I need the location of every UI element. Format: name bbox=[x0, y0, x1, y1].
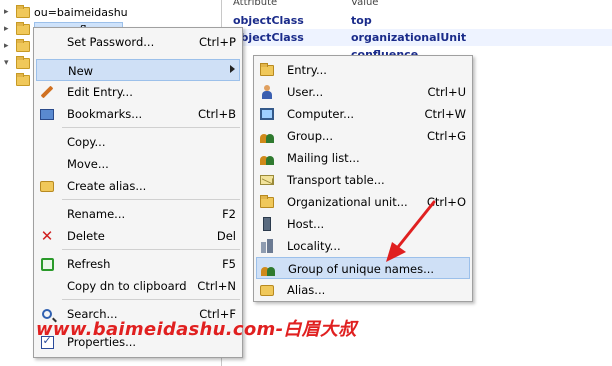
menu-item-shortcut: Ctrl+B bbox=[198, 107, 236, 121]
folder-icon bbox=[16, 72, 30, 86]
computer-icon bbox=[259, 106, 275, 122]
tree-node-label: ou=baimeidashu bbox=[34, 5, 128, 19]
menu-item-label: Create alias... bbox=[67, 179, 147, 193]
menu-item-shortcut: F5 bbox=[222, 257, 236, 271]
new-submenu: Entry... User... Ctrl+U Computer... Ctrl… bbox=[253, 55, 473, 302]
group-icon bbox=[259, 128, 275, 144]
menu-item-copy-dn[interactable]: Copy dn to clipboard Ctrl+N bbox=[36, 275, 240, 297]
menu-item-shortcut: Del bbox=[216, 229, 236, 243]
menu-item-edit-entry[interactable]: Edit Entry... bbox=[36, 81, 240, 103]
expand-icon[interactable]: ▸ bbox=[4, 7, 14, 17]
attribute-value: organizationalUnit bbox=[351, 31, 467, 44]
attributes-header: Attribute Value bbox=[223, 0, 612, 12]
column-header-value[interactable]: Value bbox=[351, 0, 378, 8]
menu-item-label: Move... bbox=[67, 157, 109, 171]
menu-item-label: Refresh bbox=[67, 257, 111, 271]
menu-item-label: Bookmarks... bbox=[67, 107, 143, 121]
menu-item-label: Mailing list... bbox=[287, 151, 360, 165]
menu-separator bbox=[62, 199, 240, 200]
expand-icon[interactable]: ▾ bbox=[4, 58, 14, 68]
bookmark-icon bbox=[39, 106, 55, 122]
column-header-attribute[interactable]: Attribute bbox=[233, 0, 277, 8]
submenu-arrow-icon bbox=[230, 65, 235, 73]
host-icon bbox=[259, 216, 275, 232]
menu-item-copy[interactable]: Copy... bbox=[36, 131, 240, 153]
menu-item-label: Transport table... bbox=[287, 173, 385, 187]
menu-separator bbox=[62, 127, 240, 128]
menu-item-create-alias[interactable]: Create alias... bbox=[36, 175, 240, 197]
menu-item-label: Rename... bbox=[67, 207, 126, 221]
submenu-item-group[interactable]: Group... Ctrl+G bbox=[256, 125, 470, 147]
menu-item-set-password[interactable]: Set Password... Ctrl+P bbox=[36, 31, 240, 53]
menu-item-new[interactable]: New bbox=[36, 59, 240, 81]
menu-item-label: Alias... bbox=[287, 283, 326, 297]
context-menu: Set Password... Ctrl+P New Edit Entry...… bbox=[33, 27, 243, 358]
menu-item-rename[interactable]: Rename... F2 bbox=[36, 203, 240, 225]
menu-item-label: Locality... bbox=[287, 239, 341, 253]
expand-icon[interactable]: ▸ bbox=[4, 24, 14, 34]
folder-icon bbox=[259, 194, 275, 210]
folder-icon bbox=[16, 55, 30, 69]
menu-item-shortcut: Ctrl+U bbox=[427, 85, 466, 99]
alias-icon bbox=[39, 178, 55, 194]
menu-item-shortcut: Ctrl+P bbox=[198, 35, 236, 49]
folder-icon bbox=[16, 38, 30, 52]
menu-item-label: Copy dn to clipboard bbox=[67, 279, 187, 293]
menu-item-label: Delete bbox=[67, 229, 105, 243]
locality-icon bbox=[259, 238, 275, 254]
menu-item-label: Host... bbox=[287, 217, 325, 231]
menu-item-shortcut: Ctrl+N bbox=[197, 279, 236, 293]
submenu-item-user[interactable]: User... Ctrl+U bbox=[256, 81, 470, 103]
mail-icon bbox=[259, 172, 275, 188]
attribute-row[interactable]: objectClass organizationalUnit bbox=[223, 29, 612, 46]
delete-icon: ✕ bbox=[40, 226, 54, 245]
tree-node[interactable] bbox=[4, 72, 34, 88]
menu-item-label: Computer... bbox=[287, 107, 355, 121]
menu-item-shortcut: Ctrl+W bbox=[424, 107, 466, 121]
menu-item-shortcut: F2 bbox=[222, 207, 236, 221]
menu-item-label: Group... bbox=[287, 129, 333, 143]
attribute-row[interactable]: objectClass top bbox=[223, 12, 612, 29]
submenu-item-computer[interactable]: Computer... Ctrl+W bbox=[256, 103, 470, 125]
menu-item-label: Entry... bbox=[287, 63, 327, 77]
menu-item-move[interactable]: Move... bbox=[36, 153, 240, 175]
menu-separator bbox=[62, 299, 240, 300]
tree-node-baimeidashu[interactable]: ▸ ou=baimeidashu bbox=[4, 4, 128, 20]
submenu-item-entry[interactable]: Entry... bbox=[256, 59, 470, 81]
submenu-item-transport-table[interactable]: Transport table... bbox=[256, 169, 470, 191]
alias-icon bbox=[259, 282, 275, 298]
user-icon bbox=[259, 84, 275, 100]
pencil-icon bbox=[39, 84, 55, 100]
menu-separator bbox=[62, 249, 240, 250]
menu-item-label: New bbox=[68, 64, 94, 78]
group-icon bbox=[260, 261, 276, 277]
folder-icon bbox=[16, 21, 30, 35]
submenu-item-mailing-list[interactable]: Mailing list... bbox=[256, 147, 470, 169]
menu-item-shortcut: Ctrl+G bbox=[426, 129, 466, 143]
annotation-arrow-icon bbox=[386, 200, 436, 262]
expand-icon[interactable]: ▸ bbox=[4, 41, 14, 51]
tree-node[interactable]: ▸ bbox=[4, 38, 34, 54]
attribute-name: objectClass bbox=[233, 14, 304, 27]
menu-item-label: User... bbox=[287, 85, 324, 99]
folder-icon bbox=[16, 4, 30, 18]
folder-icon bbox=[259, 62, 275, 78]
ldap-admin-window: ▸ ou=baimeidashu ▸ ou=confluence ▸ ▾ Att… bbox=[0, 0, 612, 366]
menu-item-label: Copy... bbox=[67, 135, 106, 149]
refresh-icon bbox=[39, 256, 55, 272]
watermark: www.baimeidashu.com-白眉大叔 bbox=[36, 319, 357, 340]
attribute-value: top bbox=[351, 14, 372, 27]
submenu-item-alias[interactable]: Alias... bbox=[256, 279, 470, 301]
mailing-list-icon bbox=[259, 150, 275, 166]
tree-node[interactable]: ▾ bbox=[4, 55, 34, 71]
menu-item-delete[interactable]: ✕ Delete Del bbox=[36, 225, 240, 247]
menu-item-label: Edit Entry... bbox=[67, 85, 133, 99]
menu-item-label: Set Password... bbox=[67, 35, 155, 49]
menu-item-refresh[interactable]: Refresh F5 bbox=[36, 253, 240, 275]
attribute-name: objectClass bbox=[233, 31, 304, 44]
menu-item-bookmarks[interactable]: Bookmarks... Ctrl+B bbox=[36, 103, 240, 125]
